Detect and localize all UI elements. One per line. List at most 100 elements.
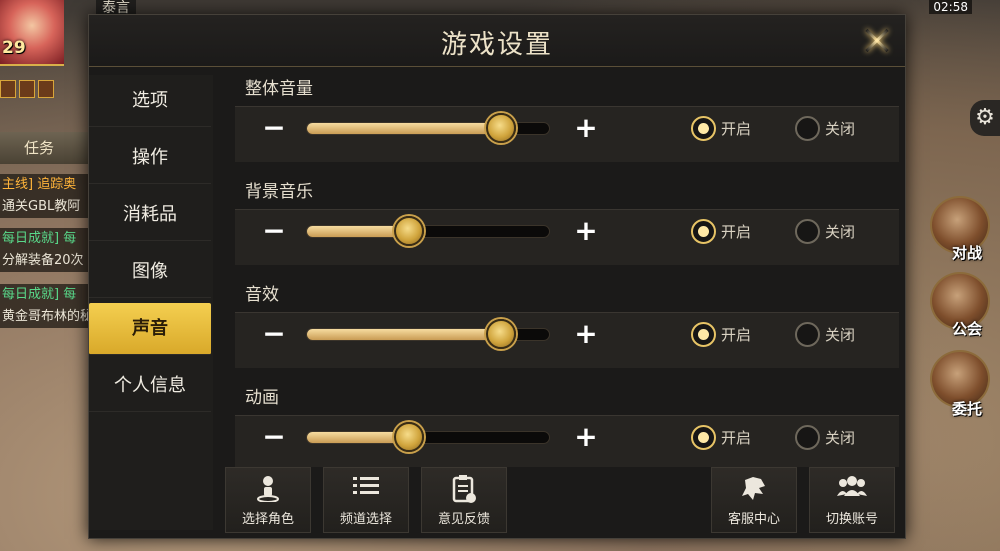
radio-label: 关闭 — [825, 325, 856, 344]
animation-section: 动画 − + 开启 关闭 — [235, 384, 899, 467]
radio-label: 开启 — [721, 325, 752, 344]
radio-dot — [795, 321, 820, 347]
section-title: 动画 — [245, 388, 279, 408]
quest-text: 每日成就] 每 — [2, 287, 77, 302]
quest-text: 分解装备20次 — [2, 253, 84, 268]
radio-dot — [691, 321, 716, 347]
menu-item-sound[interactable]: 声音 — [89, 303, 211, 355]
menu-item-controls[interactable]: 操作 — [89, 132, 211, 184]
quest-line[interactable]: 每日成就] 每 — [0, 284, 95, 306]
section-body: − + 开启 关闭 — [235, 312, 899, 368]
on-radio[interactable]: 开启 — [691, 218, 751, 244]
increase-button[interactable]: + — [571, 319, 601, 349]
bottom-toolbar: 选择角色 频道选择 意见反馈 客服中心 切换账号 — [225, 467, 899, 535]
menu-item-consumables[interactable]: 消耗品 — [89, 189, 211, 241]
radio-label: 关闭 — [825, 119, 856, 138]
users-icon — [810, 474, 894, 504]
button-label: 切换账号 — [825, 512, 878, 527]
right-hud: 02:58 ⚙ 对战 公会 委托 — [905, 0, 1000, 551]
feedback-button[interactable]: 意见反馈 — [421, 467, 507, 533]
radio-label: 关闭 — [825, 428, 856, 447]
section-title: 音效 — [245, 285, 279, 305]
commission-label: 委托 — [951, 400, 982, 418]
battle-label: 对战 — [951, 244, 982, 262]
player-level: 29 — [2, 38, 26, 58]
quest-text: 主线] 追踪奥 — [2, 177, 77, 192]
radio-label: 开启 — [721, 428, 752, 447]
radio-label: 关闭 — [825, 222, 856, 241]
quest-text: 通关GBL教阿 — [2, 199, 81, 214]
slider-fill — [307, 329, 501, 340]
volume-slider[interactable] — [306, 216, 550, 246]
menu-item-options[interactable]: 选项 — [89, 75, 211, 127]
dialog-header: 游戏设置 — [89, 15, 905, 67]
slider-fill — [307, 123, 501, 134]
radio-label: 开启 — [721, 119, 752, 138]
radio-dot — [691, 424, 716, 450]
on-radio[interactable]: 开启 — [691, 115, 751, 141]
clock: 02:58 — [929, 0, 972, 14]
button-label: 客服中心 — [727, 512, 780, 527]
close-icon[interactable] — [859, 23, 895, 59]
increase-button[interactable]: + — [571, 216, 601, 246]
on-radio[interactable]: 开启 — [691, 321, 751, 347]
off-radio[interactable]: 关闭 — [795, 321, 855, 347]
on-radio[interactable]: 开启 — [691, 424, 751, 450]
sound-settings-panel: 整体音量 − + 开启 关闭 背景音乐 − + 开启 关闭 音效 − + 开启 … — [235, 75, 899, 467]
decrease-button[interactable]: − — [259, 422, 289, 452]
channel-select-button[interactable]: 频道选择 — [323, 467, 409, 533]
off-radio[interactable]: 关闭 — [795, 115, 855, 141]
volume-slider[interactable] — [306, 319, 550, 349]
off-radio[interactable]: 关闭 — [795, 424, 855, 450]
section-body: − + 开启 关闭 — [235, 209, 899, 265]
slider-knob[interactable] — [485, 113, 516, 143]
section-body: − + 开启 关闭 — [235, 415, 899, 467]
button-label: 意见反馈 — [437, 512, 490, 527]
section-body: − + 开启 关闭 — [235, 106, 899, 162]
quest-line[interactable]: 主线] 追踪奥 — [0, 174, 95, 196]
radio-dot — [795, 424, 820, 450]
button-label: 选择角色 — [241, 512, 294, 527]
settings-dialog: 游戏设置 选项 操作 消耗品 图像 声音 个人信息 整体音量 − + 开启 关闭… — [88, 14, 906, 539]
radio-dot — [691, 218, 716, 244]
volume-section: 整体音量 − + 开启 关闭 — [235, 75, 899, 178]
person-pin-icon — [226, 474, 310, 504]
dialog-title: 游戏设置 — [440, 30, 553, 60]
decrease-button[interactable]: − — [259, 216, 289, 246]
menu-item-graphics[interactable]: 图像 — [89, 246, 211, 298]
decrease-button[interactable]: − — [259, 113, 289, 143]
bgm-section: 背景音乐 − + 开启 关闭 — [235, 178, 899, 281]
task-tab[interactable]: 任务 — [0, 132, 88, 164]
switch-account-button[interactable]: 切换账号 — [809, 467, 895, 533]
volume-slider[interactable] — [306, 113, 550, 143]
radio-label: 开启 — [721, 222, 752, 241]
clipboard-icon — [422, 474, 506, 504]
quest-text: 黄金哥布林的秘 — [2, 309, 94, 324]
select-character-button[interactable]: 选择角色 — [225, 467, 311, 533]
quest-line[interactable]: 分解装备20次 — [0, 250, 95, 272]
quest-line[interactable]: 每日成就] 每 — [0, 228, 95, 250]
slider-knob[interactable] — [485, 319, 516, 349]
radio-dot — [691, 115, 716, 141]
slider-knob[interactable] — [393, 422, 424, 452]
left-hud: 29 任务 主线] 追踪奥 通关GBL教阿 每日成就] 每 分解装备20次 每日… — [0, 0, 95, 551]
guild-label: 公会 — [951, 320, 982, 338]
button-label: 频道选择 — [339, 512, 392, 527]
menu-item-profile[interactable]: 个人信息 — [89, 360, 211, 412]
increase-button[interactable]: + — [571, 422, 601, 452]
gear-icon[interactable]: ⚙ — [970, 100, 1000, 136]
off-radio[interactable]: 关闭 — [795, 218, 855, 244]
slider-knob[interactable] — [393, 216, 424, 246]
buff-icon — [0, 80, 16, 98]
quest-line[interactable]: 黄金哥布林的秘 — [0, 306, 95, 328]
sfx-section: 音效 − + 开启 关闭 — [235, 281, 899, 384]
buff-icon — [38, 80, 54, 98]
section-title: 整体音量 — [245, 79, 313, 99]
volume-slider[interactable] — [306, 422, 550, 452]
support-icon — [712, 474, 796, 504]
increase-button[interactable]: + — [571, 113, 601, 143]
customer-service-button[interactable]: 客服中心 — [711, 467, 797, 533]
list-icon — [324, 474, 408, 504]
quest-line[interactable]: 通关GBL教阿 — [0, 196, 95, 218]
decrease-button[interactable]: − — [259, 319, 289, 349]
